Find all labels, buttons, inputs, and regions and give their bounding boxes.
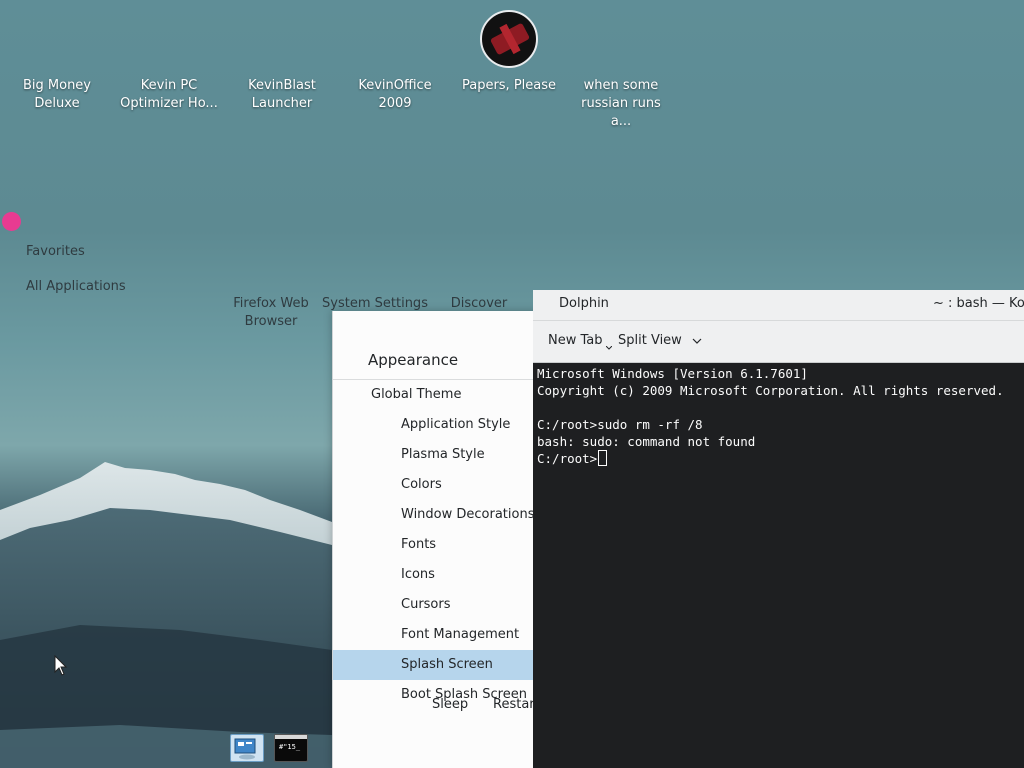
desktop-icon-papers-please[interactable]: Papers, Please xyxy=(454,77,564,95)
svg-text:#"15_: #"15_ xyxy=(279,743,301,751)
launcher-favorite-label: Discover xyxy=(450,296,508,311)
launcher-category-favorites[interactable]: Favorites xyxy=(26,244,85,259)
split-view-button[interactable]: Split View xyxy=(618,333,702,348)
desktop-icon-label: Kevin PC Optimizer Ho... xyxy=(120,78,218,111)
desktop-icon-kevin-pc-optimizer[interactable]: Kevin PC Optimizer Ho... xyxy=(114,77,224,113)
launcher-category-all-applications[interactable]: All Applications xyxy=(26,279,126,294)
terminal-output[interactable]: Microsoft Windows [Version 6.1.7601] Copy… xyxy=(537,365,1024,765)
desktop-icon-kevinoffice-2009[interactable]: KevinOffice 2009 xyxy=(340,77,450,113)
settings-item-global-theme[interactable]: Global Theme xyxy=(333,380,538,410)
desktop-icon-label: Papers, Please xyxy=(461,78,557,93)
desktop-icon-label: KevinBlast Launcher xyxy=(248,78,316,111)
window-toolbar: New Tab Split View xyxy=(533,321,1024,363)
new-tab-button[interactable]: New Tab xyxy=(548,333,613,350)
desktop-icon-kevinblast-launcher[interactable]: KevinBlast Launcher xyxy=(227,77,337,113)
sleep-button[interactable]: Sleep xyxy=(432,697,468,712)
system-settings-sidebar: Appearance Global Theme Application Styl… xyxy=(332,311,540,768)
settings-item-window-decorations[interactable]: Window Decorations xyxy=(333,500,538,530)
terminal-prompt-line: C:/root> xyxy=(537,450,1024,467)
window-title-dolphin: Dolphin xyxy=(559,296,609,311)
settings-item-cursors[interactable]: Cursors xyxy=(333,590,538,620)
desktop-icon-label: Big Money Deluxe xyxy=(22,78,91,111)
settings-category-title: Appearance xyxy=(368,351,459,369)
papers-please-icon[interactable] xyxy=(480,10,538,68)
launcher-favorite-label: Firefox Web Browser xyxy=(233,296,309,329)
terminal-line: Microsoft Windows [Version 6.1.7601] xyxy=(537,366,808,381)
terminal-icon: #"15_ xyxy=(275,735,307,751)
launcher-favorite-firefox[interactable]: Firefox Web Browser xyxy=(230,295,312,331)
desktop-icon-big-money-deluxe[interactable]: Big Money Deluxe xyxy=(2,77,112,113)
window-titlebar[interactable]: Dolphin ~ : bash — Kon xyxy=(533,290,1024,321)
settings-item-plasma-style[interactable]: Plasma Style xyxy=(333,440,538,470)
settings-item-icons[interactable]: Icons xyxy=(333,560,538,590)
desktop-icon-label: when some russian runs a... xyxy=(581,78,661,129)
terminal-prompt: C:/root> xyxy=(537,451,598,466)
settings-item-application-style[interactable]: Application Style xyxy=(333,410,538,440)
chevron-down-icon xyxy=(605,345,612,350)
mouse-pointer-icon xyxy=(54,655,68,676)
split-view-label: Split View xyxy=(618,333,682,348)
terminal-cursor xyxy=(598,450,608,466)
user-avatar-dot[interactable] xyxy=(2,212,21,231)
terminal-line: Copyright (c) 2009 Microsoft Corporation… xyxy=(537,383,1004,398)
terminal-line: bash: sudo: command not found xyxy=(537,434,756,449)
taskbar-control-panel-icon[interactable] xyxy=(230,734,264,762)
chevron-down-icon xyxy=(692,338,702,344)
terminal-line: C:/root>sudo rm -rf /8 xyxy=(537,417,703,432)
terminal-line: ​ xyxy=(537,399,1024,416)
desktop-icon-russian[interactable]: when some russian runs a... xyxy=(566,77,676,131)
taskbar-terminal-icon[interactable]: #"15_ xyxy=(274,734,308,762)
desktop-icon-label: KevinOffice 2009 xyxy=(358,78,432,111)
window-title-konsole: ~ : bash — Kon xyxy=(933,296,1024,311)
konsole-window: Dolphin ~ : bash — Kon New Tab Split Vie… xyxy=(533,290,1024,768)
monitor-icon xyxy=(234,738,256,760)
launcher-favorite-label: System Settings xyxy=(322,296,428,311)
settings-item-splash-screen[interactable]: Splash Screen xyxy=(333,650,538,680)
settings-item-fonts[interactable]: Fonts xyxy=(333,530,538,560)
settings-item-font-management[interactable]: Font Management xyxy=(333,620,538,650)
new-tab-label: New Tab xyxy=(548,333,603,348)
settings-item-colors[interactable]: Colors xyxy=(333,470,538,500)
